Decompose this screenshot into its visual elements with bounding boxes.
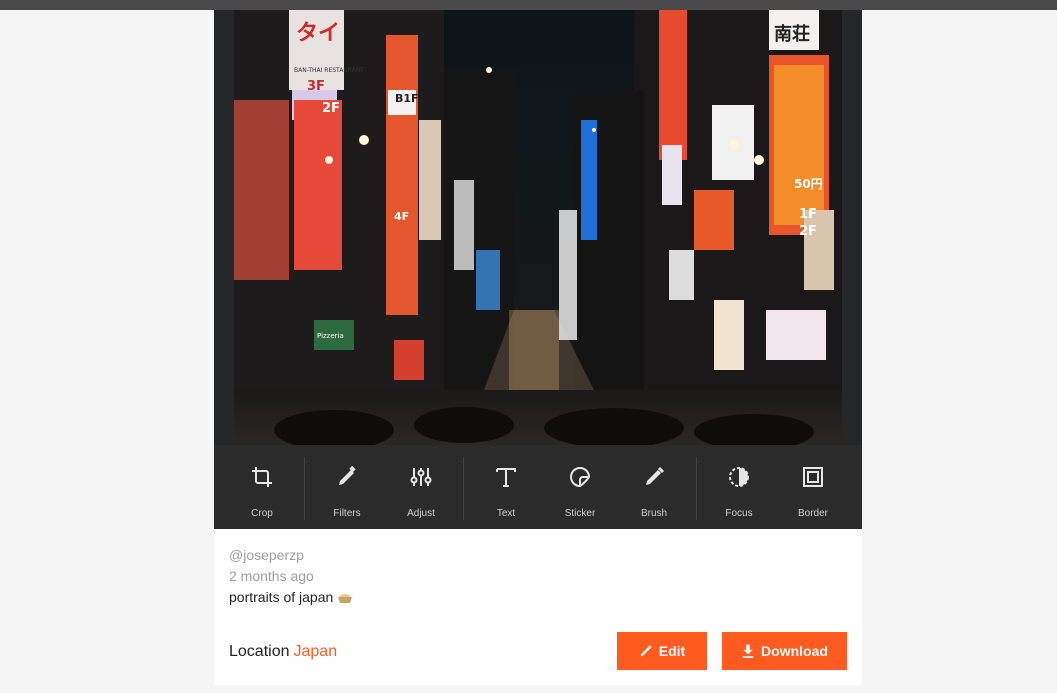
location-label: Location bbox=[229, 643, 290, 660]
edit-button-label: Edit bbox=[658, 643, 686, 659]
tool-label: Text bbox=[496, 508, 516, 519]
tool-adjust[interactable]: Adjust bbox=[386, 445, 456, 529]
tool-brush[interactable]: Brush bbox=[619, 445, 689, 529]
tool-label: Adjust bbox=[407, 508, 435, 519]
text-icon bbox=[496, 468, 516, 487]
sign-text-nanso: 南荘 bbox=[774, 23, 810, 45]
tool-border[interactable]: Border bbox=[778, 445, 848, 529]
tool-sticker[interactable]: Sticker bbox=[545, 445, 615, 529]
location-row: Location Japan bbox=[229, 643, 337, 661]
tool-focus[interactable]: Focus bbox=[704, 445, 774, 529]
download-icon bbox=[742, 644, 754, 658]
filters-icon bbox=[339, 465, 356, 485]
pencil-icon bbox=[640, 645, 652, 657]
sign-text-b1f: B1F bbox=[395, 92, 419, 105]
photo[interactable]: タイ BAN-THAI RESTAURANT 3F 2F B1F 4F 南荘 5… bbox=[214, 10, 862, 445]
border-icon bbox=[803, 467, 823, 487]
toolbar-divider bbox=[304, 457, 305, 520]
tool-label: Filters bbox=[333, 508, 361, 519]
sign-text-tai: タイ bbox=[296, 21, 340, 46]
tool-label: Sticker bbox=[564, 508, 596, 519]
sign-text-50yen: 50円 bbox=[794, 177, 823, 191]
caption-text: portraits of japan bbox=[229, 589, 334, 605]
timestamp: 2 months ago bbox=[229, 568, 314, 584]
tool-label: Crop bbox=[251, 508, 273, 519]
sign-text-2f: 2F bbox=[322, 101, 340, 116]
crop-icon bbox=[252, 467, 272, 487]
pie-emoji-icon bbox=[338, 594, 353, 604]
tool-filters[interactable]: Filters bbox=[312, 445, 382, 529]
brush-icon bbox=[646, 466, 665, 485]
sign-text-3f: 3F bbox=[307, 79, 325, 94]
sign-text-pizzeria: Pizzeria bbox=[317, 332, 344, 340]
tool-label: Brush bbox=[640, 508, 668, 519]
caption: portraits of japan bbox=[229, 589, 353, 605]
top-nav-bar bbox=[0, 0, 1057, 10]
download-button-label: Download bbox=[761, 643, 828, 659]
tool-label: Border bbox=[797, 508, 828, 519]
sign-text-1f: 1F bbox=[799, 207, 817, 222]
tool-text[interactable]: Text bbox=[471, 445, 541, 529]
adjust-icon bbox=[410, 468, 432, 486]
photo-card: タイ BAN-THAI RESTAURANT 3F 2F B1F 4F 南荘 5… bbox=[214, 10, 862, 685]
street-photo-image: タイ BAN-THAI RESTAURANT 3F 2F B1F 4F 南荘 5… bbox=[214, 10, 862, 445]
edit-toolbar: Crop Filters Adjust Text Sticker Brush F… bbox=[214, 445, 862, 529]
download-button[interactable]: Download bbox=[722, 632, 847, 670]
edit-button[interactable]: Edit bbox=[617, 632, 707, 670]
username-link[interactable]: @joseperzp bbox=[229, 547, 304, 563]
tool-label: Focus bbox=[725, 508, 753, 519]
sign-text-2f-right: 2F bbox=[799, 224, 817, 239]
location-link[interactable]: Japan bbox=[294, 643, 338, 660]
toolbar-divider bbox=[463, 457, 464, 520]
tool-crop[interactable]: Crop bbox=[227, 445, 297, 529]
sticker-icon bbox=[570, 466, 591, 488]
focus-icon bbox=[729, 467, 749, 487]
toolbar-divider bbox=[696, 457, 697, 520]
sign-text-banthai: BAN-THAI RESTAURANT bbox=[294, 67, 364, 74]
sign-text-4f: 4F bbox=[394, 210, 409, 223]
